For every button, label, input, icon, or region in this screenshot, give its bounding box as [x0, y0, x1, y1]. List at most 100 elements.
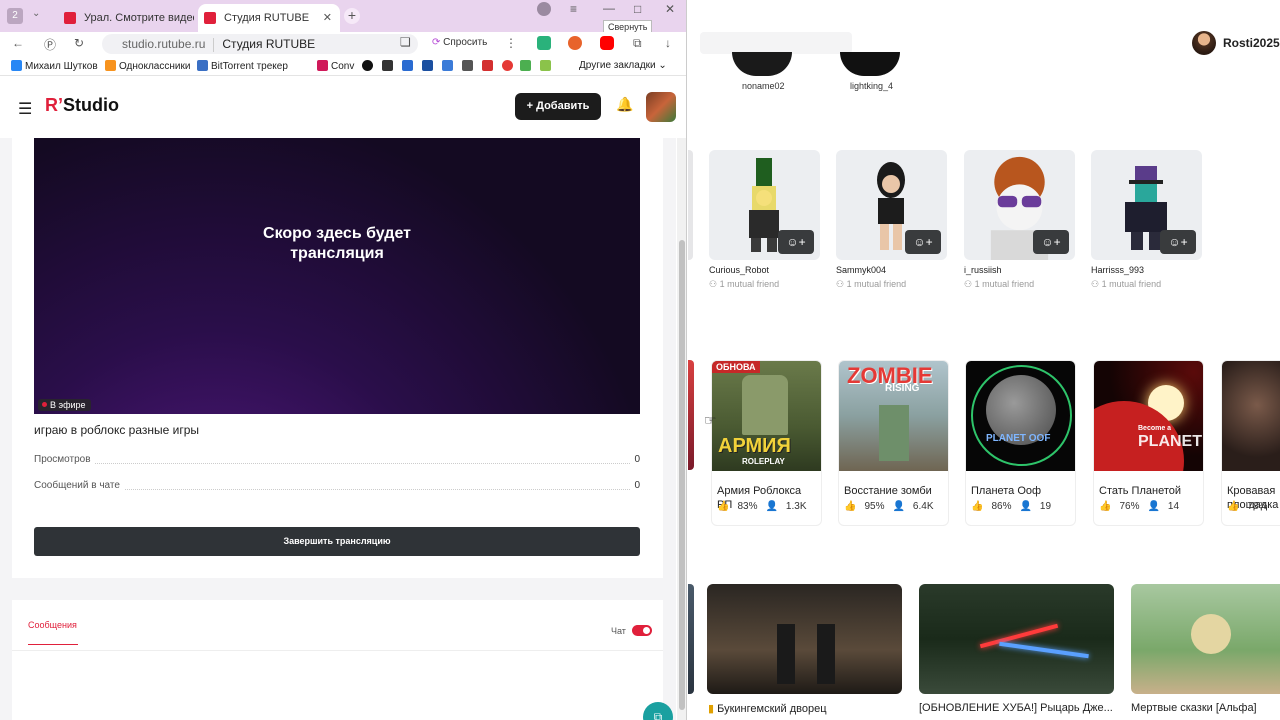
game-card[interactable]: Кровавая площадка 👍 78% [1221, 360, 1280, 526]
menu-icon[interactable]: ≡ [570, 1, 577, 17]
notifications-bell-icon[interactable]: 🔔 [616, 96, 633, 113]
bookmark-icon[interactable] [362, 60, 373, 71]
popout-chat-icon[interactable]: ⧉ [643, 702, 673, 720]
friends-icon: ⚇ [709, 279, 718, 289]
game-card[interactable]: ZOMBIE RISING Восстание зомби 👍 95% 👤 6.4K [838, 360, 949, 526]
extension-icon[interactable] [568, 36, 582, 50]
bookmark-icon[interactable] [462, 60, 473, 71]
bookmark-icon[interactable]: ❏ [400, 35, 411, 49]
experience-thumbnail[interactable] [1131, 584, 1280, 694]
roblox-window: Rosti2025 noname02 lightking_4 ☺+ Curiou… [688, 0, 1280, 720]
back-icon[interactable]: ← [12, 36, 24, 50]
tab-bar: 2 ⌄ Урал. Смотрите видео он Студия RUTUB… [0, 0, 686, 34]
add-friend-icon[interactable]: ☺+ [778, 230, 814, 254]
game-thumbnail: PLANET OOF [966, 361, 1075, 471]
friend-avatar[interactable] [732, 52, 792, 76]
tab-messages[interactable]: Сообщения [28, 620, 77, 630]
friend-card[interactable]: ☺+ Harrisss_993 ⚇ 1 mutual friend [1091, 150, 1202, 290]
experience-name[interactable]: Мертвые сказки [Альфа] [1131, 702, 1257, 714]
scrollbar[interactable] [677, 138, 686, 720]
youtube-icon[interactable] [600, 36, 614, 50]
game-card[interactable]: Become a PLANET Стать Планетой 👍 76% 👤 14 [1093, 360, 1204, 526]
game-thumbnail: ОБНОВА АРМИЯ ROLEPLAY [712, 361, 821, 471]
video-player[interactable]: Скоро здесь будет трансляция В эфире [34, 138, 640, 414]
add-friend-icon[interactable]: ☺+ [1033, 230, 1069, 254]
other-bookmarks[interactable]: Другие закладки ⌄ [579, 60, 667, 71]
bookmark-icon[interactable] [482, 60, 493, 71]
bookmark-item[interactable]: BitTorrent трекер [197, 60, 288, 72]
friend-name[interactable]: lightking_4 [850, 81, 893, 91]
url-field[interactable]: studio.rutube.ru Студия RUTUBE [102, 34, 418, 54]
new-tab-button[interactable]: + [344, 8, 360, 24]
ask-button[interactable]: ⟳ Спросить [432, 37, 487, 48]
friend-name[interactable]: noname02 [742, 81, 785, 91]
friend-card[interactable]: ☺+ Sammyk004 ⚇ 1 mutual friend [836, 150, 947, 290]
profile-icon[interactable] [537, 2, 551, 16]
add-friend-icon[interactable]: ☺+ [1160, 230, 1196, 254]
bookmark-icon[interactable] [442, 60, 453, 71]
downloads-list-icon[interactable]: ⧉ [633, 36, 642, 51]
game-card[interactable]: ОБНОВА АРМИЯ ROLEPLAY Армия Роблокса РП … [711, 360, 822, 526]
friend-avatar[interactable]: ☺+ [709, 150, 820, 260]
bookmark-icon[interactable] [520, 60, 531, 71]
tab-studio-rutube[interactable]: Студия RUTUBE ✕ [198, 4, 340, 32]
bookmark-item[interactable]: Михаил Шутков [11, 60, 98, 72]
game-card[interactable]: PLANET OOF Планета Ооф 👍 86% 👤 19 [965, 360, 1076, 526]
search-input[interactable] [700, 32, 852, 54]
friend-card[interactable]: ☺+ i_russiish ⚇ 1 mutual friend [964, 150, 1075, 290]
thumbs-up-icon: 👍 [844, 501, 857, 512]
chat-toggle[interactable] [632, 625, 652, 636]
chevron-down-icon[interactable]: ⌄ [32, 8, 40, 19]
bookmark-label: BitTorrent трекер [211, 61, 288, 72]
friend-name: Sammyk004 [836, 265, 887, 275]
tab-count-badge[interactable]: 2 [7, 8, 23, 24]
hamburger-icon[interactable]: ☰ [18, 99, 32, 119]
mutual-label: 1 mutual friend [719, 279, 780, 289]
bookmark-icon[interactable] [502, 60, 513, 71]
add-friend-icon[interactable]: ☺+ [905, 230, 941, 254]
user-name[interactable]: Rosti2025 [1223, 36, 1280, 50]
experience-thumbnail[interactable] [919, 584, 1114, 694]
stat-chat-messages: Сообщений в чате 0 [34, 480, 640, 494]
tab-ural[interactable]: Урал. Смотрите видео он [58, 4, 194, 32]
friend-card[interactable]: ☺+ Curious_Robot ⚇ 1 mutual friend [709, 150, 820, 290]
end-stream-button[interactable]: Завершить трансляцию [34, 527, 640, 556]
experience-thumbnail[interactable] [707, 584, 902, 694]
download-icon[interactable]: ↓ [665, 36, 671, 50]
bookmark-icon[interactable] [402, 60, 413, 71]
experience-name[interactable]: [ОБНОВЛЕНИЕ ХУБА!] Рыцарь Дже... [919, 702, 1114, 714]
reload-icon[interactable]: ↻ [74, 36, 84, 50]
guard-figure [817, 624, 835, 684]
more-icon[interactable]: ⋮ [505, 36, 517, 50]
friend-card-edge [688, 150, 693, 260]
live-badge: В эфире [38, 399, 91, 411]
mutual-friends: ⚇ 1 mutual friend [836, 279, 947, 290]
other-bookmarks-label: Другие закладки [579, 60, 656, 71]
friend-avatar[interactable]: ☺+ [836, 150, 947, 260]
friend-avatar[interactable]: ☺+ [964, 150, 1075, 260]
close-icon[interactable]: ✕ [323, 4, 332, 32]
friend-avatar[interactable]: ☺+ [1091, 150, 1202, 260]
user-avatar[interactable] [1192, 31, 1216, 55]
mutual-friends: ⚇ 1 mutual friend [964, 279, 1075, 290]
yandex-icon[interactable]: Ⓟ [44, 36, 56, 53]
game-rating: 83% [737, 501, 758, 512]
logo-text: Studio [63, 95, 120, 115]
bookmark-icon[interactable] [382, 60, 393, 71]
scroll-thumb[interactable] [679, 240, 685, 710]
experience-name[interactable]: ▮ Букингемский дворец [708, 702, 827, 715]
bookmark-item[interactable]: Conv [317, 60, 354, 72]
friends-icon: ⚇ [964, 279, 973, 289]
bookmark-icon[interactable] [422, 60, 433, 71]
friend-avatar[interactable] [840, 52, 900, 76]
maximize-icon[interactable]: □ [634, 1, 641, 17]
close-window-icon[interactable]: ✕ [665, 1, 675, 17]
bookmark-icon[interactable] [540, 60, 551, 71]
studio-logo[interactable]: R’Studio [45, 95, 119, 116]
ask-label: Спросить [443, 37, 488, 48]
extension-icon[interactable] [537, 36, 551, 50]
bookmark-item[interactable]: Одноклассники [105, 60, 190, 72]
avatar[interactable] [646, 92, 676, 122]
add-button[interactable]: + Добавить [515, 93, 601, 120]
minimize-icon[interactable]: — [603, 0, 615, 16]
